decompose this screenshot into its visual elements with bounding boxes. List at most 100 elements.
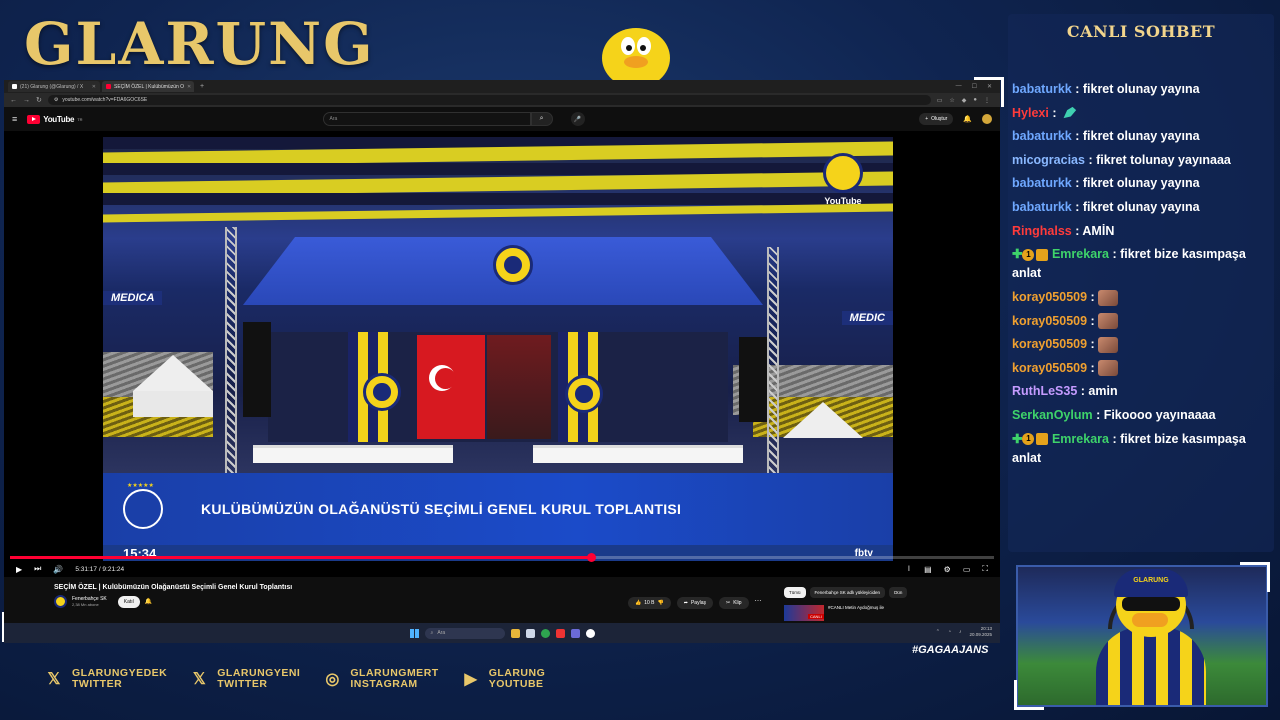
recommended-title[interactable]: #CANLI Metin Aydoğmuş ile bbox=[828, 605, 908, 610]
theater-mode-icon[interactable]: ▭ bbox=[963, 565, 971, 574]
subtitles-icon[interactable]: ▤ bbox=[924, 565, 932, 574]
chat-username[interactable]: koray050509 bbox=[1012, 337, 1087, 351]
club-crest-icon bbox=[493, 245, 533, 285]
chat-username[interactable]: RuthLeS35 bbox=[1012, 384, 1077, 398]
chat-username[interactable]: micogracias bbox=[1012, 153, 1085, 167]
tab-label: (21) Glarung (@Glarung) / X bbox=[20, 83, 84, 90]
autoplay-toggle[interactable]: ⏽ bbox=[906, 564, 912, 574]
windows-start-icon[interactable] bbox=[409, 628, 419, 638]
create-button[interactable]: + Oluştur bbox=[919, 113, 954, 125]
chat-username[interactable]: babaturkk bbox=[1012, 82, 1072, 96]
next-icon[interactable]: ⏭ bbox=[34, 564, 41, 574]
chat-username[interactable]: babaturkk bbox=[1012, 176, 1072, 190]
search-icon[interactable]: ⌕ bbox=[530, 112, 553, 126]
sub-badge-icon: ✚ bbox=[1012, 431, 1023, 446]
video-thumbnail[interactable]: CANLI bbox=[784, 605, 824, 621]
microphone-icon[interactable]: 🎤 bbox=[570, 112, 585, 126]
extensions-icon[interactable]: ◆ bbox=[962, 97, 967, 104]
new-tab-button[interactable]: + bbox=[196, 83, 208, 90]
channel-avatar[interactable] bbox=[54, 595, 67, 608]
social-link-youtube[interactable]: ▶ GLARUNG YOUTUBE bbox=[461, 668, 546, 690]
chat-username[interactable]: koray050509 bbox=[1012, 361, 1087, 375]
close-icon[interactable]: ✕ bbox=[92, 84, 96, 90]
browser-tab[interactable]: (21) Glarung (@Glarung) / X ✕ bbox=[8, 81, 100, 92]
volume-icon[interactable]: 🔊 bbox=[53, 565, 63, 574]
chat-username[interactable]: babaturkk bbox=[1012, 129, 1072, 143]
search-input[interactable]: Ara bbox=[322, 112, 531, 126]
youtube-watermark: YouTube bbox=[823, 153, 863, 206]
file-explorer-icon[interactable] bbox=[510, 628, 520, 638]
share-button[interactable]: ➦ Paylaş bbox=[676, 597, 713, 609]
chat-message: babaturkk : fikret olunay yayına bbox=[1012, 176, 1200, 191]
chip-uploader[interactable]: Fenerbahçe SK adlı yükleyiciden bbox=[809, 587, 886, 598]
social-link-x-yeni[interactable]: 𝕏 GLARUNGYENI TWITTER bbox=[189, 668, 300, 690]
chip-all[interactable]: Tümü bbox=[784, 587, 806, 598]
progress-bar[interactable] bbox=[10, 553, 994, 562]
reload-icon[interactable]: ↻ bbox=[36, 96, 42, 104]
browser-tab-active[interactable]: SEÇİM ÖZEL | Kulübümüzün O ✕ bbox=[102, 81, 194, 92]
chat-username[interactable]: Emrekara bbox=[1052, 247, 1109, 261]
thumbs-down-icon[interactable]: 👎 bbox=[658, 600, 664, 606]
play-icon[interactable]: ▶ bbox=[16, 565, 22, 574]
club-crest-icon bbox=[823, 153, 863, 193]
search-icon: ⌕ bbox=[430, 630, 434, 636]
video-frame[interactable]: MEDICA MEDIC YouTube ★★★★★ KULÜBÜMÜZÜN O… bbox=[103, 137, 893, 561]
speaker-icon[interactable]: ♪ bbox=[959, 629, 962, 635]
chat-message-list: babaturkk : fikret olunay yayına Hylexi :… bbox=[1012, 80, 1268, 472]
chat-username[interactable]: koray050509 bbox=[1012, 314, 1087, 328]
discord-icon[interactable] bbox=[570, 628, 580, 638]
minimize-icon[interactable]: — bbox=[956, 83, 962, 90]
channel-row: Fenerbahçe SK 2,38 Mn abone Katıl 🔔 bbox=[54, 595, 152, 608]
chat-username[interactable]: koray050509 bbox=[1012, 290, 1087, 304]
profile-icon[interactable]: ● bbox=[973, 97, 977, 104]
like-button[interactable]: 👍 10 B 👎 bbox=[628, 597, 671, 609]
youtube-logo[interactable]: YouTube TR bbox=[27, 114, 83, 124]
hamburger-menu-icon[interactable]: ≡ bbox=[12, 114, 17, 124]
browser-window: (21) Glarung (@Glarung) / X ✕ SEÇİM ÖZEL… bbox=[4, 80, 1000, 643]
chevron-up-icon[interactable]: ⌃ bbox=[936, 629, 940, 635]
menu-icon[interactable]: ⋮ bbox=[984, 97, 990, 104]
close-icon[interactable]: ✕ bbox=[987, 83, 992, 90]
settings-icon[interactable]: ⚙ bbox=[944, 565, 951, 574]
notification-bell-icon[interactable]: 🔔 bbox=[145, 598, 152, 605]
social-link-x-yedek[interactable]: 𝕏 GLARUNGYEDEK TWITTER bbox=[44, 668, 167, 690]
back-icon[interactable]: ← bbox=[10, 97, 17, 104]
obs-icon[interactable] bbox=[585, 628, 595, 638]
wifi-icon[interactable]: ◔ bbox=[948, 629, 951, 635]
chrome-icon[interactable] bbox=[540, 628, 550, 638]
bookmark-star-icon[interactable]: ☆ bbox=[949, 97, 954, 104]
recommended-video[interactable]: CANLI #CANLI Metin Aydoğmuş ile bbox=[784, 605, 908, 621]
taskview-icon[interactable] bbox=[525, 628, 535, 638]
chat-message: babaturkk : fikret olunay yayına bbox=[1012, 129, 1200, 144]
forward-icon[interactable]: → bbox=[23, 97, 30, 104]
chat-username[interactable]: SerkanOylum bbox=[1012, 408, 1093, 422]
duck-beak bbox=[1132, 613, 1168, 627]
cast-icon[interactable]: ▭ bbox=[937, 97, 943, 104]
taskbar-search[interactable]: ⌕ Ara bbox=[424, 627, 505, 639]
sub-badge-icon: ✚ bbox=[1012, 247, 1023, 262]
url-input[interactable]: ⚙ youtube.com/watch?v=FDA6GOC6SE bbox=[47, 95, 931, 105]
chip-yesterday[interactable]: Dün bbox=[889, 587, 908, 598]
chat-message: Hylexi : bbox=[1012, 104, 1268, 123]
chat-username[interactable]: Ringhalss bbox=[1012, 224, 1072, 238]
brave-icon[interactable] bbox=[555, 628, 565, 638]
member-badge-icon bbox=[1036, 248, 1049, 261]
social-link-instagram[interactable]: ◎ GLARUNGMERT INSTAGRAM bbox=[322, 668, 438, 690]
fullscreen-icon[interactable]: ⛶ bbox=[982, 564, 988, 574]
more-icon[interactable]: ⋯ bbox=[755, 597, 762, 609]
scissors-icon: ✂ bbox=[725, 600, 731, 606]
chat-username[interactable]: babaturkk bbox=[1012, 200, 1072, 214]
chat-message: RuthLeS35 : amin bbox=[1012, 384, 1118, 399]
close-icon[interactable]: ✕ bbox=[187, 84, 191, 90]
site-info-icon[interactable]: ⚙ bbox=[54, 97, 58, 103]
hashtag-label: #GAGAAJANS bbox=[912, 644, 989, 656]
bell-icon[interactable]: 🔔 bbox=[963, 115, 972, 123]
video-details: SEÇİM ÖZEL | Kulübümüzün Olağanüstü Seçi… bbox=[4, 577, 1000, 629]
chat-username[interactable]: Emrekara bbox=[1052, 432, 1109, 446]
clip-button[interactable]: ✂ Klip bbox=[718, 597, 749, 609]
avatar[interactable] bbox=[982, 114, 992, 124]
join-button[interactable]: Katıl bbox=[117, 595, 140, 608]
maximize-icon[interactable]: ☐ bbox=[972, 83, 977, 90]
video-player[interactable]: MEDICA MEDIC YouTube ★★★★★ KULÜBÜMÜZÜN O… bbox=[4, 131, 1000, 577]
chat-username[interactable]: Hylexi bbox=[1012, 106, 1049, 120]
